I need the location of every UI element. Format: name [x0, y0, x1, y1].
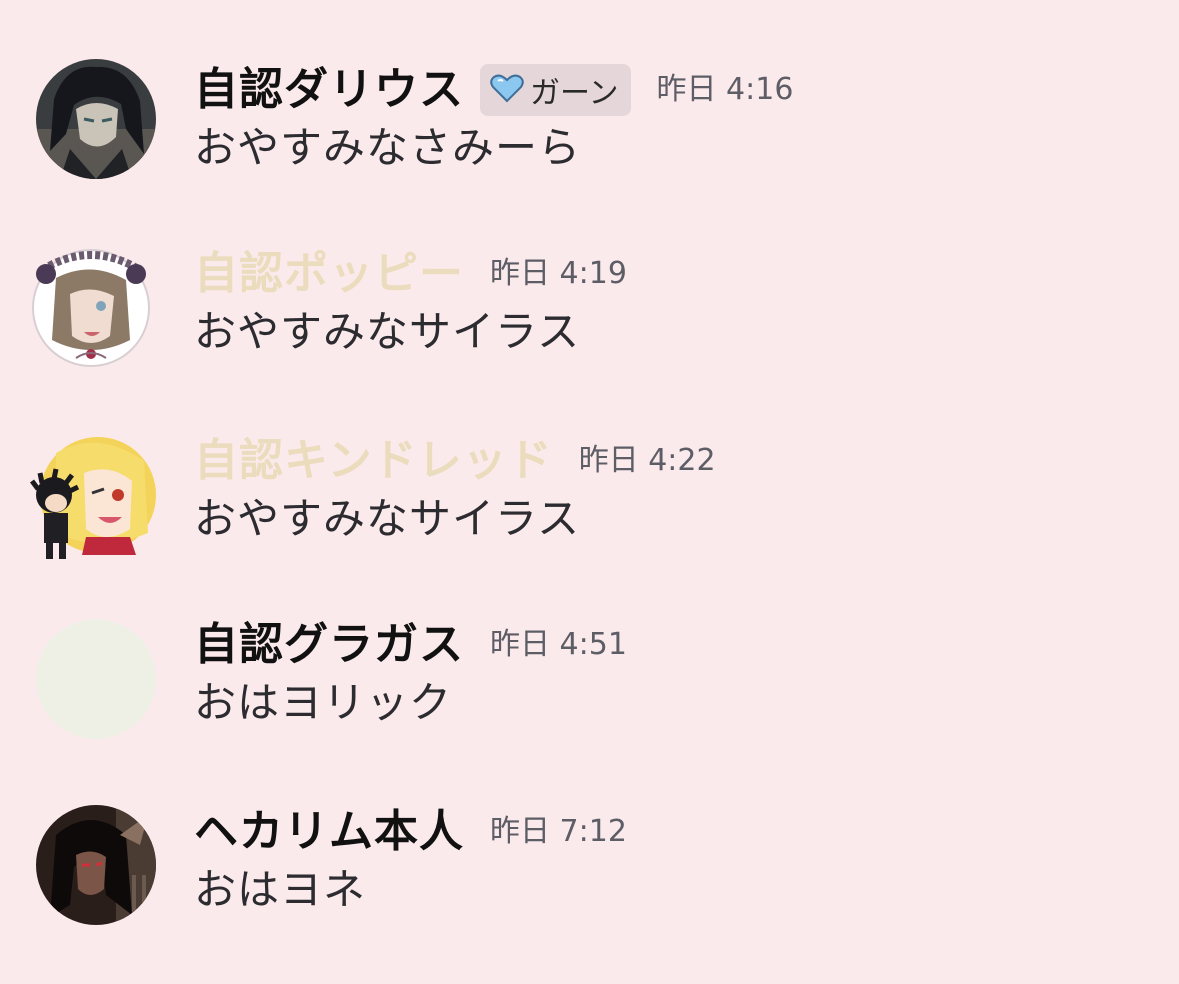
message-item[interactable]: 自認グラガス 昨日 4:51 おはヨリック [0, 617, 1179, 747]
blue-heart-icon [490, 73, 524, 107]
message-text: おやすみなサイラス [194, 494, 581, 543]
author-name[interactable]: 自認ダリウス [194, 62, 464, 118]
timestamp: 昨日 4:51 [490, 627, 627, 662]
author-name[interactable]: 自認キンドレッド [194, 433, 553, 489]
message-item[interactable]: 自認ポッピー 昨日 4:19 おやすみなサイラス [0, 240, 1179, 376]
timestamp: 昨日 4:16 [656, 72, 794, 107]
message-feed: 自認ダリウス ガーン 昨日 4:16 おやすみなさみーら 自認ポッピー 昨日 4… [0, 0, 1179, 984]
message-text: おはヨネ [194, 865, 367, 914]
message-text: おやすみなサイラス [194, 307, 581, 356]
role-tag[interactable]: ガーン [480, 64, 631, 116]
role-tag-label: ガーン [530, 76, 619, 111]
timestamp: 昨日 4:19 [490, 256, 627, 291]
avatar[interactable] [36, 619, 156, 739]
message-item[interactable]: 自認ダリウス ガーン 昨日 4:16 おやすみなさみーら [0, 59, 1179, 192]
message-header: 自認グラガス 昨日 4:51 [194, 617, 627, 673]
avatar[interactable] [26, 240, 156, 370]
author-name[interactable]: ヘカリム本人 [194, 804, 464, 860]
timestamp: 昨日 7:12 [490, 814, 627, 849]
message-text: おはヨリック [194, 678, 453, 727]
message-item[interactable]: 自認キンドレッド 昨日 4:22 おやすみなサイラス [0, 433, 1179, 563]
avatar[interactable] [26, 433, 158, 565]
message-header: 自認ダリウス ガーン 昨日 4:16 [194, 62, 793, 118]
message-header: 自認キンドレッド 昨日 4:22 [194, 433, 716, 489]
author-name[interactable]: 自認ポッピー [194, 246, 464, 302]
message-header: 自認ポッピー 昨日 4:19 [194, 246, 627, 302]
timestamp: 昨日 4:22 [578, 443, 716, 478]
message-text: おやすみなさみーら [194, 123, 582, 172]
author-name[interactable]: 自認グラガス [194, 617, 464, 673]
message-header: ヘカリム本人 昨日 7:12 [194, 804, 627, 860]
message-item[interactable]: ヘカリム本人 昨日 7:12 おはヨネ [0, 804, 1179, 934]
avatar[interactable] [36, 805, 156, 925]
avatar[interactable] [36, 59, 156, 179]
